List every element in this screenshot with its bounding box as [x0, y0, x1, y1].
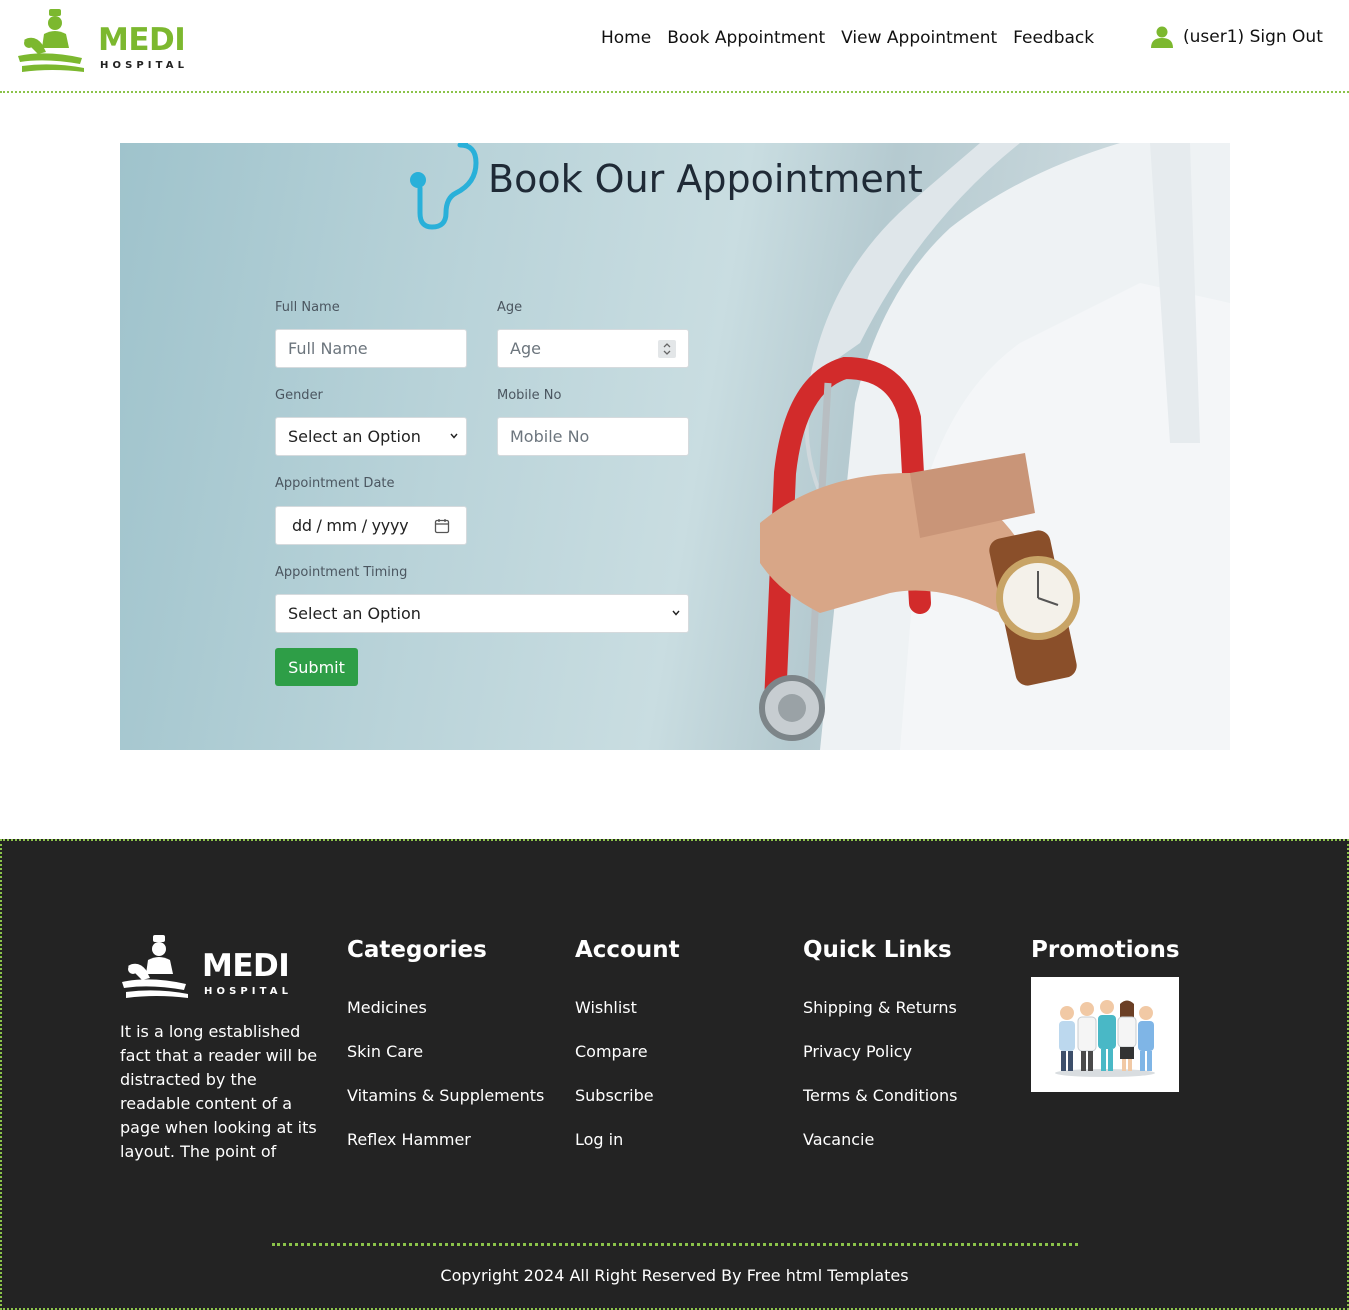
- age-placeholder: Age: [510, 339, 541, 358]
- footer-link-privacy[interactable]: Privacy Policy: [803, 1042, 957, 1064]
- sign-out-link[interactable]: (user1) Sign Out: [1151, 26, 1323, 48]
- submit-button[interactable]: Submit: [275, 648, 358, 686]
- footer-link-skin-care[interactable]: Skin Care: [347, 1042, 544, 1064]
- footer-divider: [272, 1243, 1078, 1246]
- age-label: Age: [497, 300, 523, 315]
- copyright-text: Copyright 2024 All Right Reserved By Fre…: [440, 1266, 909, 1285]
- nav-home[interactable]: Home: [601, 28, 651, 48]
- footer-brand-subtitle: HOSPITAL: [204, 986, 293, 997]
- site-footer: MEDI HOSPITAL It is a long established f…: [0, 839, 1349, 1310]
- brand-logo[interactable]: MEDI HOSPITAL: [16, 8, 186, 76]
- footer-link-subscribe[interactable]: Subscribe: [575, 1086, 680, 1108]
- stethoscope-icon: [410, 143, 479, 230]
- timing-label: Appointment Timing: [275, 565, 408, 580]
- chevron-down-icon: [450, 433, 458, 439]
- footer-categories: Categories Medicines Skin Care Vitamins …: [347, 937, 544, 1174]
- footer-link-wishlist[interactable]: Wishlist: [575, 998, 680, 1020]
- site-header: MEDI HOSPITAL Home Book Appointment View…: [0, 0, 1349, 93]
- appointment-section: Book Our Appointment Full Name Full Name…: [120, 143, 1230, 750]
- brand-name: MEDI: [98, 22, 186, 58]
- doctors-team-illustration: [1055, 1000, 1155, 1077]
- footer-link-login[interactable]: Log in: [575, 1130, 680, 1152]
- form-title: Book Our Appointment: [488, 157, 923, 201]
- footer-logo[interactable]: MEDI HOSPITAL: [120, 934, 300, 1004]
- spin-arrows-icon: [663, 343, 671, 355]
- footer-link-shipping[interactable]: Shipping & Returns: [803, 998, 957, 1020]
- footer-link-vitamins[interactable]: Vitamins & Supplements: [347, 1086, 544, 1108]
- nav-view-appointment[interactable]: View Appointment: [841, 28, 997, 48]
- promotions-heading: Promotions: [1031, 937, 1180, 963]
- footer-link-medicines[interactable]: Medicines: [347, 998, 544, 1020]
- promotion-image[interactable]: [1031, 977, 1179, 1092]
- date-placeholder: dd / mm / yyyy: [292, 516, 409, 535]
- mobile-placeholder: Mobile No: [510, 427, 590, 446]
- date-input[interactable]: dd / mm / yyyy: [275, 506, 467, 545]
- account-heading: Account: [575, 937, 680, 963]
- user-icon: [1151, 26, 1173, 48]
- nurse-logo-icon: [122, 935, 188, 998]
- footer-link-vacancie[interactable]: Vacancie: [803, 1130, 957, 1152]
- brand-subtitle: HOSPITAL: [100, 60, 189, 71]
- footer-about-text: It is a long established fact that a rea…: [120, 1022, 318, 1161]
- footer-link-compare[interactable]: Compare: [575, 1042, 680, 1064]
- footer-promotions: Promotions: [1031, 937, 1180, 1092]
- nav-feedback[interactable]: Feedback: [1013, 28, 1094, 48]
- full-name-label: Full Name: [275, 300, 340, 315]
- full-name-placeholder: Full Name: [288, 339, 368, 358]
- timing-select[interactable]: Select an Option: [275, 594, 689, 633]
- calendar-icon[interactable]: [434, 518, 450, 534]
- footer-account: Account Wishlist Compare Subscribe Log i…: [575, 937, 680, 1174]
- timing-selected: Select an Option: [288, 604, 421, 623]
- mobile-label: Mobile No: [497, 388, 562, 403]
- age-input[interactable]: Age: [497, 329, 689, 368]
- gender-label: Gender: [275, 388, 323, 403]
- nurse-logo-icon: [18, 9, 84, 72]
- footer-brand-name: MEDI: [202, 948, 290, 984]
- footer-link-reflex-hammer[interactable]: Reflex Hammer: [347, 1130, 544, 1152]
- main-nav: Home Book Appointment View Appointment F…: [601, 25, 1110, 51]
- footer-link-terms[interactable]: Terms & Conditions: [803, 1086, 957, 1108]
- footer-quick-links: Quick Links Shipping & Returns Privacy P…: [803, 937, 957, 1174]
- date-label: Appointment Date: [275, 476, 395, 491]
- gender-select[interactable]: Select an Option: [275, 417, 467, 456]
- mobile-input[interactable]: Mobile No: [497, 417, 689, 456]
- nav-book-appointment[interactable]: Book Appointment: [667, 28, 825, 48]
- quick-links-heading: Quick Links: [803, 937, 952, 963]
- chevron-down-icon: [672, 610, 680, 616]
- sign-out-label: (user1) Sign Out: [1183, 27, 1323, 47]
- gender-selected: Select an Option: [288, 427, 421, 446]
- age-stepper[interactable]: [658, 340, 676, 358]
- categories-heading: Categories: [347, 937, 487, 963]
- full-name-input[interactable]: Full Name: [275, 329, 467, 368]
